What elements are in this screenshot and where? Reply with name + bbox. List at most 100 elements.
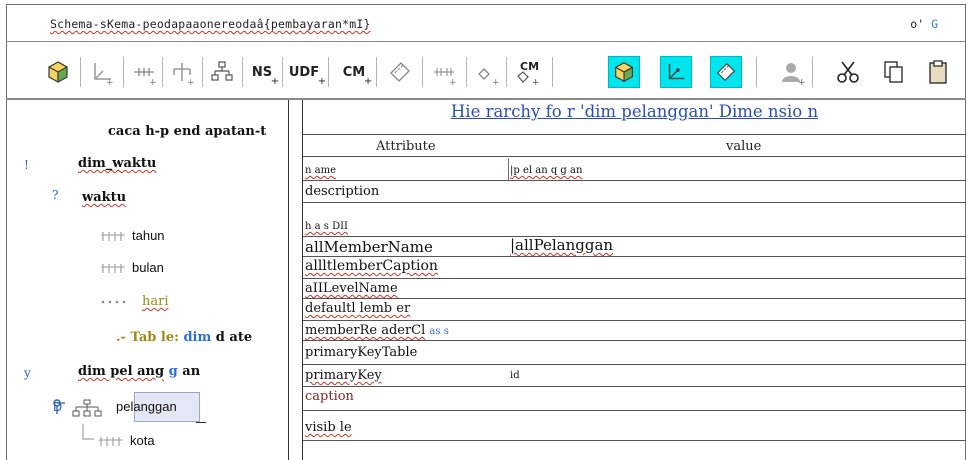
tree-level-hari[interactable]: hari [100,294,169,309]
add-dimension-button[interactable]: + [86,56,118,88]
user-icon: + [782,63,805,85]
title-right: o' G [910,17,938,31]
svg-text:CM: CM [520,60,539,73]
aggregate-icon: + [434,68,457,85]
hierarchy-label: pelanggan [116,399,177,415]
udf-label: UDF + [288,64,327,87]
add-hierarchy-button[interactable] [206,56,238,88]
property-name[interactable]: description [305,184,379,199]
axes-icon [668,63,685,80]
copy-button[interactable] [878,56,910,88]
title-bar: Schema-sKema-peodapaaonereodaâ{pembayara… [6,4,966,42]
tree-dimension-pelanggan[interactable]: dim pel ang g an [78,364,200,379]
property-name[interactable]: memberRe aderCl as s [305,323,449,338]
cube-icon [615,62,633,83]
property-name[interactable]: caption [305,389,354,404]
dimension-marker: y [24,366,31,380]
calc-measure-icon: CM + [517,60,540,86]
paste-button[interactable] [922,56,954,88]
property-name[interactable]: allMemberName [305,238,433,256]
property-name[interactable]: primaryKey [305,368,382,383]
level-dots-icon [101,300,126,303]
hierarchy-icon [211,61,233,81]
add-measure-button[interactable] [384,56,416,88]
tree-branch-icon: + [173,63,195,85]
level-label: tahun [132,228,165,243]
property-name[interactable]: visib le [305,420,352,435]
measure-view-button[interactable] [710,56,742,88]
connector-icon [53,399,65,414]
property-name[interactable]: h a s DII [305,221,348,232]
tree-dimension-waktu[interactable]: dim_waktu [78,156,156,171]
property-name[interactable]: primaryKeyTable [305,345,417,360]
level-label: bulan [132,260,164,275]
cut-button[interactable] [832,56,864,88]
level-icon [101,231,125,241]
properties-heading: Hie rarchy fo r 'dim pelanggan' Dime nsi… [450,102,819,121]
dimension-view-button[interactable] [660,56,692,88]
add-attribute-button[interactable]: + [166,56,198,88]
property-value[interactable]: id [510,370,520,381]
level-icon [99,436,123,446]
axes-icon: + [94,63,114,85]
level-icon [101,263,125,273]
svg-text:+: + [798,78,805,85]
cm-label: CM + [342,64,373,87]
dimension-label: dim_waktu [78,156,157,171]
svg-text:+: + [149,78,157,85]
pane-divider-right [302,100,303,460]
tree-connector [82,424,94,440]
tree-level-bulan[interactable]: bulan [100,260,164,275]
toolbar: + + + NS + UDF + CM + + + CM + + [6,43,966,99]
add-aggregate-button[interactable]: + [428,56,460,88]
tree-level-tahun[interactable]: tahun [100,228,165,243]
copy-icon [884,61,903,83]
add-calculated-member-button[interactable]: CM + [338,56,373,88]
diamond-icon: + [478,68,500,85]
level-icon: + [134,68,157,85]
ns-label: NS + [251,64,280,87]
property-name[interactable]: defaultl lemb er [305,301,410,316]
ruler-icon [390,62,410,82]
dimension-marker: ! [24,158,29,172]
tree-root[interactable]: caca h-p end apatan-t [108,124,266,139]
add-level-button[interactable]: + [128,56,160,88]
pane-divider[interactable] [288,100,289,460]
hierarchy-marker: ? [52,188,59,202]
add-role-button[interactable]: + [776,56,808,88]
property-name[interactable]: aIILevelName [305,281,398,296]
svg-text:+: + [106,78,114,85]
cube-view-button[interactable] [608,56,640,88]
add-calculated-measure-button[interactable]: CM + [512,56,544,88]
svg-text:+: + [187,78,195,85]
tree-hierarchy-waktu[interactable]: waktu [82,190,126,205]
tree-level-kota[interactable]: kota [98,433,155,448]
column-header-attribute: Attribute [376,139,436,154]
ruler-icon [716,62,736,82]
svg-text:+: + [492,78,500,85]
title-right-prefix: o' [910,17,925,31]
level-label: hari [142,294,169,309]
property-value[interactable]: |p el an q g an [510,165,582,176]
svg-text:+: + [449,78,457,85]
column-header-value: value [726,139,762,154]
property-name[interactable]: allltlemberCaption [305,258,438,274]
tree-table-label: .- Tab le: dim d ate [116,330,253,345]
scissors-icon [837,61,859,83]
add-property-button[interactable]: + [472,56,504,88]
title-right-suffix: G [931,17,938,31]
svg-text:+: + [532,78,540,86]
window-title: Schema-sKema-peodapaaonereodaâ{pembayara… [50,17,371,31]
cube-icon [48,61,68,83]
clipboard-icon [929,60,947,84]
tree-root-label: caca h-p end apatan-t [108,124,267,139]
add-udf-button[interactable]: UDF + [288,56,327,88]
tree-hierarchy-pelanggan[interactable]: pelanggan [72,399,177,417]
property-value[interactable]: |allPelanggan [510,236,613,254]
level-label: kota [130,433,155,448]
hierarchy-label: waktu [82,190,127,205]
add-named-set-button[interactable]: NS + [246,56,280,88]
add-cube-button[interactable] [42,56,74,88]
hierarchy-icon [72,399,102,417]
property-name[interactable]: n ame [305,165,336,176]
